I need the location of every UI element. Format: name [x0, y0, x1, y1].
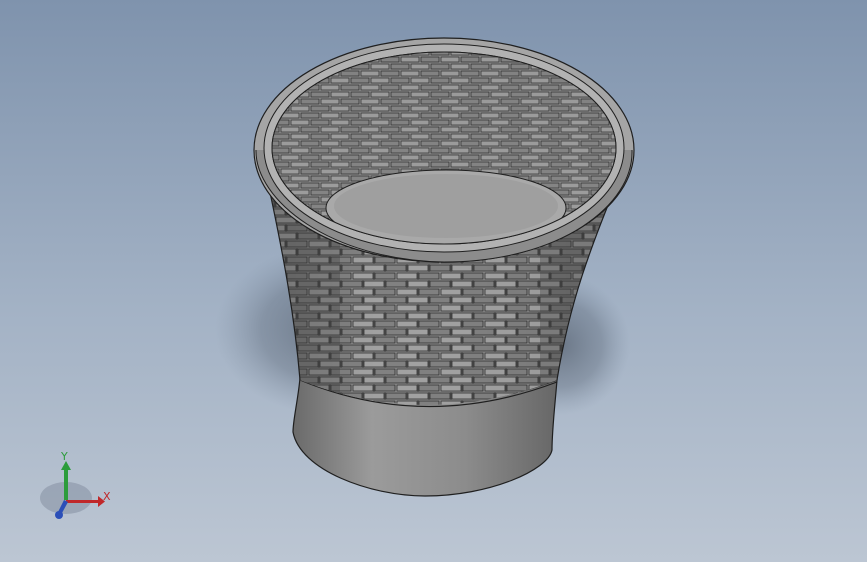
model-view[interactable]: X Y — [0, 0, 867, 562]
x-axis-icon — [66, 500, 98, 503]
coordinate-axes-triad[interactable]: X Y — [40, 450, 111, 519]
graphics-viewport[interactable]: X Y — [0, 0, 867, 562]
wicker-basket-model[interactable] — [250, 37, 635, 497]
x-axis-label: X — [103, 490, 111, 503]
y-axis-label: Y — [60, 450, 68, 463]
y-axis-icon — [64, 470, 68, 500]
z-axis-arrow-icon — [55, 511, 63, 519]
